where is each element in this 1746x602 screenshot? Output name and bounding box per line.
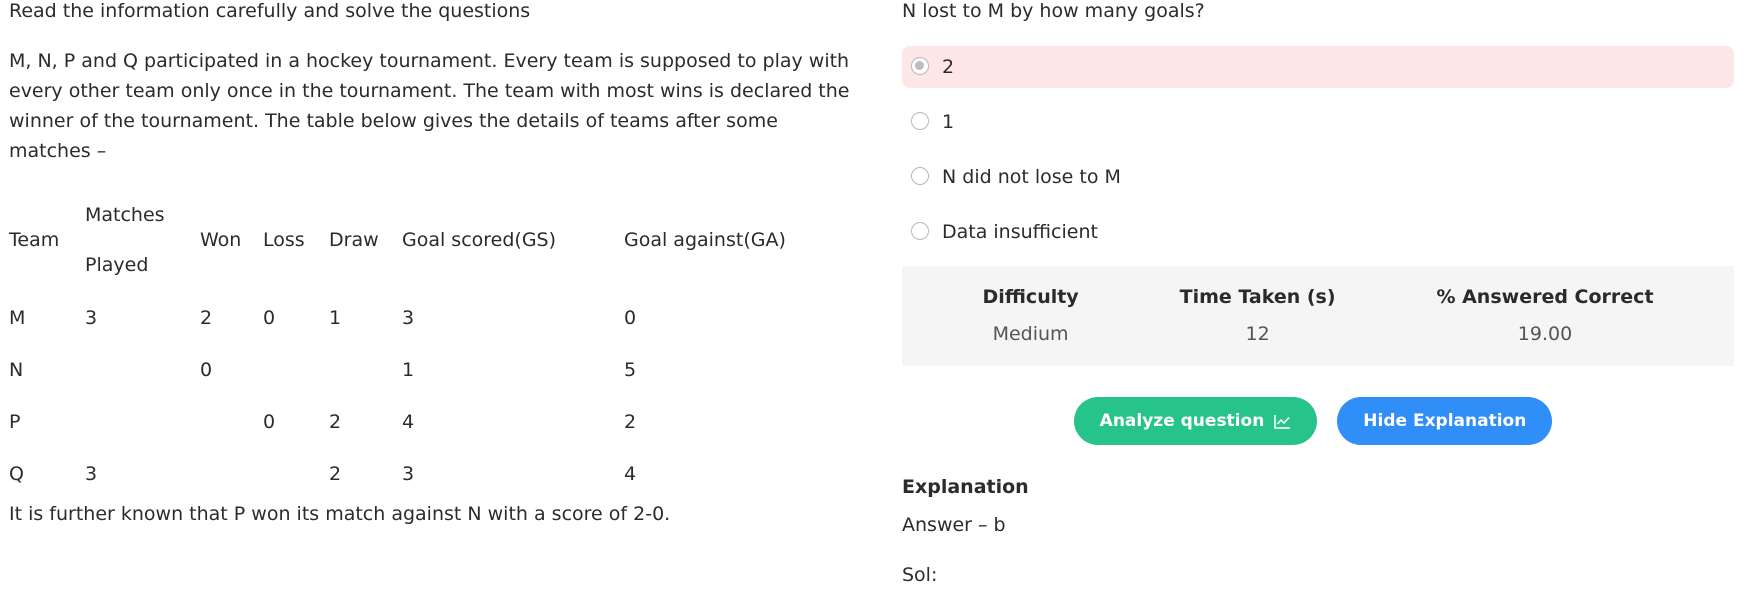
hide-explanation-button[interactable]: Hide Explanation	[1337, 397, 1553, 445]
stat-label: Time Taken (s)	[1179, 286, 1336, 308]
cell-gs: 3	[402, 307, 415, 329]
header-draw: Draw	[329, 229, 379, 251]
question-stats: Difficulty Medium Time Taken (s) 12 % An…	[902, 266, 1734, 366]
chart-line-icon	[1274, 414, 1291, 429]
cell-played: 3	[85, 463, 98, 485]
stat-value: 19.00	[1517, 323, 1573, 345]
question-panel: N lost to M by how many goals? 2 1 N did…	[902, 0, 1734, 587]
cell-won: 2	[200, 307, 213, 329]
analyze-question-button[interactable]: Analyze question	[1073, 397, 1318, 445]
radio-button[interactable]	[911, 112, 929, 130]
results-table: Team Matches Played Won Loss Draw Goal s…	[9, 188, 824, 500]
analyze-question-label: Analyze question	[1099, 411, 1265, 431]
option-2[interactable]: 1	[902, 101, 1734, 143]
options-list: 2 1 N did not lose to M Data insufficien…	[902, 46, 1734, 253]
cell-team: N	[9, 359, 24, 381]
option-label: 2	[942, 56, 955, 78]
cell-ga: 4	[624, 463, 637, 485]
cell-loss	[263, 344, 329, 396]
header-loss: Loss	[263, 229, 305, 251]
cell-played	[85, 344, 200, 396]
radio-button[interactable]	[911, 222, 929, 240]
header-goal-scored: Goal scored(GS)	[402, 229, 557, 251]
stat-label: Difficulty	[982, 286, 1079, 308]
cell-played: 3	[85, 307, 98, 329]
cell-draw: 2	[329, 463, 342, 485]
cell-loss	[263, 448, 329, 500]
cell-won	[200, 448, 263, 500]
option-4[interactable]: Data insufficient	[902, 211, 1734, 253]
option-1[interactable]: 2	[902, 46, 1734, 88]
cell-loss: 0	[263, 411, 276, 433]
cell-gs: 1	[402, 359, 415, 381]
table-row: N 0 1 5	[9, 344, 824, 396]
stat-difficulty: Difficulty Medium	[982, 282, 1078, 350]
cell-won	[200, 396, 263, 448]
cell-won: 0	[200, 359, 213, 381]
explanation-solution: Sol:	[902, 564, 938, 586]
cell-team: M	[9, 307, 26, 329]
header-goal-against: Goal against(GA)	[624, 229, 786, 251]
question-text: N lost to M by how many goals?	[902, 0, 1205, 22]
action-buttons: Analyze question Hide Explanation	[902, 397, 1734, 445]
table-row: Q 3 2 3 4	[9, 448, 824, 500]
radio-button[interactable]	[911, 57, 929, 75]
stat-value: Medium	[992, 323, 1069, 345]
option-label: 1	[942, 111, 955, 133]
instruction-text: Read the information carefully and solve…	[9, 0, 531, 22]
cell-ga: 0	[624, 307, 637, 329]
header-won: Won	[200, 229, 242, 251]
stat-answered-correct: % Answered Correct 19.00	[1436, 282, 1653, 350]
cell-ga: 2	[624, 411, 637, 433]
cell-team: Q	[9, 463, 24, 485]
header-matches-line2: Played	[85, 254, 149, 276]
cell-draw: 2	[329, 411, 342, 433]
cell-ga: 5	[624, 359, 637, 381]
cell-draw: 1	[329, 307, 342, 329]
cell-team: P	[9, 411, 21, 433]
cell-gs: 3	[402, 463, 415, 485]
cell-gs: 4	[402, 411, 415, 433]
explanation-answer: Answer – b	[902, 514, 1006, 536]
stat-label: % Answered Correct	[1436, 286, 1654, 308]
header-matches-played: Matches Played	[85, 188, 200, 292]
header-team: Team	[9, 229, 60, 251]
table-header-row: Team Matches Played Won Loss Draw Goal s…	[9, 188, 824, 292]
cell-loss: 0	[263, 307, 276, 329]
table-row: M 3 2 0 1 3 0	[9, 292, 824, 344]
footnote-text: It is further known that P won its match…	[9, 503, 671, 525]
passage-paragraph: M, N, P and Q participated in a hockey t…	[9, 50, 850, 162]
stat-time-taken: Time Taken (s) 12	[1180, 282, 1336, 350]
cell-played	[85, 396, 200, 448]
option-3[interactable]: N did not lose to M	[902, 156, 1734, 198]
table-row: P 0 2 4 2	[9, 396, 824, 448]
header-matches-line1: Matches	[85, 204, 165, 226]
explanation-title: Explanation	[902, 476, 1029, 498]
question-passage: Read the information carefully and solve…	[9, 0, 869, 526]
stat-value: 12	[1245, 323, 1270, 345]
option-label: N did not lose to M	[942, 166, 1121, 188]
radio-button[interactable]	[911, 167, 929, 185]
option-label: Data insufficient	[942, 221, 1098, 243]
cell-draw	[329, 344, 402, 396]
